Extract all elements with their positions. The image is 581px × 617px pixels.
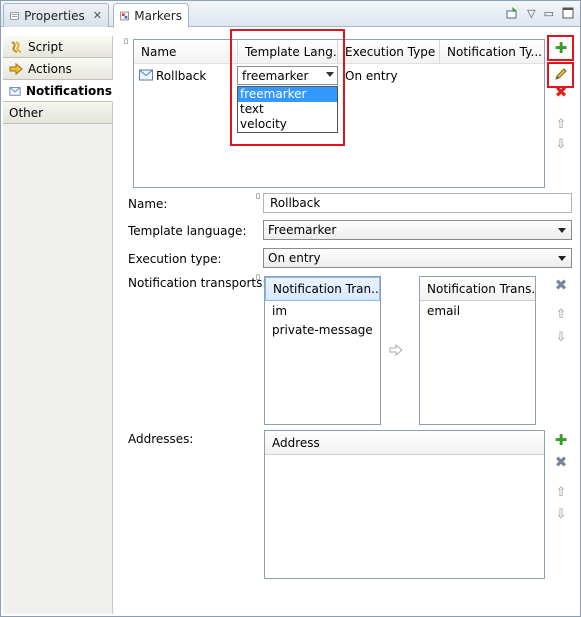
nav-item-other[interactable]: Other: [3, 102, 112, 124]
actions-icon: [9, 62, 23, 75]
move-up-icon[interactable]: ⇧: [553, 116, 569, 132]
name-label: Name:: [128, 197, 168, 211]
execution-type-select[interactable]: On entry: [263, 248, 572, 268]
template-language-select[interactable]: Freemarker: [263, 220, 572, 240]
nav-item-label: Actions: [28, 61, 72, 76]
selected-transports-list[interactable]: Notification Trans... email: [419, 276, 536, 425]
tab-markers-label: Markers: [134, 8, 182, 23]
tab-properties-label: Properties: [24, 8, 85, 23]
hint-icon: [256, 274, 260, 280]
list-item[interactable]: im: [265, 301, 380, 320]
name-field[interactable]: Rollback: [263, 193, 572, 213]
list-item[interactable]: private-message: [265, 320, 380, 339]
tab-properties[interactable]: Properties ✕: [3, 3, 109, 27]
pin-icon[interactable]: [505, 6, 519, 20]
edit-pencil-icon[interactable]: [553, 66, 569, 82]
notification-transports-label: Notification transports:: [128, 276, 267, 290]
move-down-icon[interactable]: ⇩: [553, 329, 569, 345]
select-value: Freemarker: [268, 223, 337, 237]
properties-icon: [10, 11, 19, 20]
hint-icon: [256, 193, 260, 199]
envelope-icon: [139, 69, 153, 81]
addresses-label: Addresses:: [128, 432, 194, 446]
highlight-box: [230, 29, 345, 146]
move-right-arrow-icon[interactable]: [389, 344, 403, 356]
nav-item-actions[interactable]: Actions: [3, 58, 112, 80]
column-header-notification-type[interactable]: Notification Ty...: [440, 40, 544, 64]
column-header-address[interactable]: Address: [265, 431, 544, 455]
nav-item-label: Notifications: [25, 83, 112, 98]
chevron-down-icon[interactable]: [558, 256, 566, 261]
nav-item-notifications[interactable]: Notifications: [3, 80, 113, 102]
name-field-value: Rollback: [270, 196, 321, 210]
view-toolbar: ▽ ▭: [505, 6, 574, 20]
notifications-section: Name Template Lang... Execution Type Not…: [114, 29, 579, 614]
move-up-icon[interactable]: ⇧: [553, 484, 569, 500]
envelope-icon: [9, 86, 21, 96]
view-tab-bar: Properties ✕ Markers ▽ ▭: [1, 1, 580, 28]
close-icon[interactable]: ✕: [93, 9, 102, 22]
maximize-icon[interactable]: [562, 7, 574, 19]
select-value: On entry: [268, 251, 321, 265]
available-transports-list[interactable]: Notification Tran... im private-message: [264, 276, 381, 425]
selected-transports-header[interactable]: Notification Trans...: [420, 277, 535, 301]
hint-icon: [124, 38, 128, 44]
minimize-icon[interactable]: ▭: [544, 7, 554, 20]
column-header-name[interactable]: Name: [134, 40, 238, 64]
row-execution-type-cell: On entry: [345, 69, 398, 83]
add-address-icon[interactable]: ✚: [553, 431, 569, 449]
execution-type-label: Execution type:: [128, 252, 222, 266]
delete-icon[interactable]: ✖: [553, 83, 569, 101]
column-header-execution-type[interactable]: Execution Type: [338, 40, 440, 64]
template-language-label: Template language:: [128, 224, 247, 238]
remove-transport-icon[interactable]: ✖: [553, 276, 569, 294]
delete-address-icon[interactable]: ✖: [553, 453, 569, 471]
nav-item-script[interactable]: Script: [3, 36, 112, 58]
list-item[interactable]: email: [420, 301, 535, 320]
available-transports-header[interactable]: Notification Tran...: [265, 277, 380, 301]
nav-item-label: Script: [28, 39, 63, 54]
tab-markers[interactable]: Markers: [113, 3, 189, 28]
markers-icon: [120, 11, 129, 20]
chevron-down-icon[interactable]: [558, 228, 566, 233]
move-down-icon[interactable]: ⇩: [553, 136, 569, 152]
script-icon: [11, 40, 22, 53]
view-menu-icon[interactable]: ▽: [527, 7, 535, 20]
row-name-cell: Rollback: [156, 69, 207, 83]
add-icon[interactable]: ✚: [553, 39, 569, 57]
nav-item-label: Other: [9, 105, 44, 120]
move-up-icon[interactable]: ⇧: [553, 306, 569, 322]
section-nav: Script Actions Notifications Other: [3, 36, 113, 614]
addresses-table[interactable]: Address: [264, 430, 545, 579]
move-down-icon[interactable]: ⇩: [553, 506, 569, 522]
